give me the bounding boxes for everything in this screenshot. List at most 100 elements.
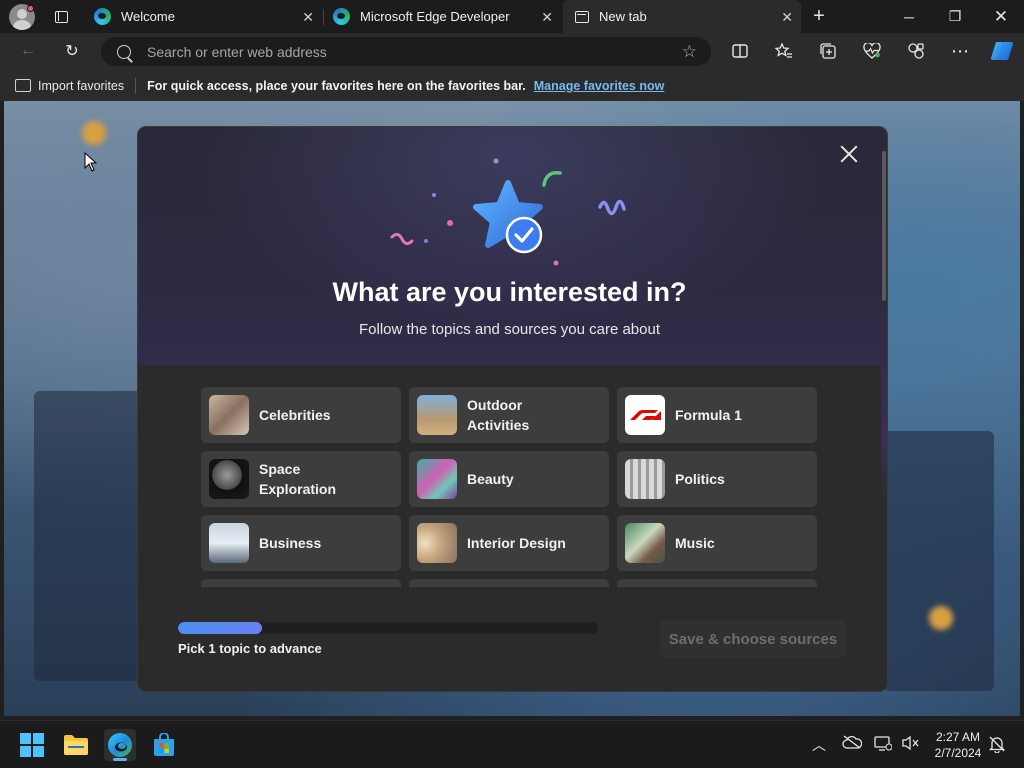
refresh-button[interactable]: ↻: [60, 39, 84, 63]
network-icon[interactable]: [874, 735, 893, 754]
microsoft-store-button[interactable]: [148, 729, 180, 761]
start-button[interactable]: [16, 729, 48, 761]
blurred-decoration: [82, 121, 106, 145]
topic-partial[interactable]: [617, 579, 817, 587]
topic-music[interactable]: Music: [617, 515, 817, 571]
tab-new-tab[interactable]: New tab ✕: [563, 0, 801, 33]
topic-business[interactable]: Business: [201, 515, 401, 571]
tab-strip: Welcome ✕ Microsoft Edge Developer ✕ New…: [0, 0, 1024, 33]
add-favorite-star-icon[interactable]: ☆: [682, 42, 697, 62]
split-screen-icon: [732, 44, 748, 58]
topic-label: Beauty: [467, 471, 514, 487]
notifications-bell-icon[interactable]: [988, 735, 1006, 756]
mouse-cursor-icon: [84, 152, 98, 172]
collections-button[interactable]: [816, 39, 840, 63]
edge-favicon-icon: [333, 8, 350, 25]
tab-actions-menu-icon[interactable]: [51, 7, 71, 27]
volume-muted-icon[interactable]: [901, 735, 919, 754]
heart-pulse-icon: [863, 43, 881, 59]
close-tab-icon[interactable]: ✕: [781, 9, 793, 26]
onedrive-offline-icon[interactable]: [842, 735, 863, 752]
topic-celebrities[interactable]: Celebrities: [201, 387, 401, 443]
close-tab-icon[interactable]: ✕: [541, 9, 553, 26]
topic-formula-1[interactable]: Formula 1: [617, 387, 817, 443]
confetti-decoration: [390, 158, 626, 266]
save-choose-sources-button[interactable]: Save & choose sources: [660, 620, 846, 658]
windows-logo-icon: [20, 733, 44, 757]
folder-icon: [64, 735, 88, 755]
topic-label: Celebrities: [259, 407, 331, 423]
tab-welcome[interactable]: Welcome ✕: [84, 0, 322, 33]
windows-taskbar: ︿ 2:27 AM 2/7/2024: [0, 720, 1024, 768]
copilot-button[interactable]: [990, 39, 1014, 63]
split-screen-button[interactable]: [728, 39, 752, 63]
active-app-indicator: [113, 758, 127, 761]
edge-favicon-icon: [94, 8, 111, 25]
dialog-scrollbar[interactable]: [882, 151, 886, 301]
copilot-icon: [991, 42, 1013, 60]
favorites-divider: [135, 77, 137, 94]
dialog-footer: Pick 1 topic to advance Save & choose so…: [138, 587, 881, 691]
close-window-button[interactable]: ✕: [978, 0, 1024, 33]
topic-progress-bar: [178, 622, 598, 634]
edge-taskbar-button[interactable]: [104, 729, 136, 761]
topics-grid: Celebrities Outdoor Activities Formula 1…: [138, 365, 881, 587]
topic-outdoor-activities[interactable]: Outdoor Activities: [409, 387, 609, 443]
dialog-subtitle: Follow the topics and sources you care a…: [358, 321, 660, 338]
space-exploration-thumbnail: [209, 459, 249, 499]
search-icon: [117, 44, 131, 59]
show-hidden-icons-chevron-icon[interactable]: ︿: [812, 735, 826, 755]
new-tab-page-icon: [575, 10, 589, 23]
file-explorer-button[interactable]: [60, 729, 92, 761]
topic-interior-design[interactable]: Interior Design: [409, 515, 609, 571]
extensions-icon: [908, 43, 924, 59]
favorites-button[interactable]: [772, 39, 796, 63]
close-dialog-icon[interactable]: [837, 142, 861, 166]
tab-title: Welcome: [121, 9, 175, 24]
new-tab-button[interactable]: +: [808, 6, 830, 28]
browser-toolbar: ← ↻ ☆ ⋯: [0, 33, 1024, 70]
topic-label: Formula 1: [675, 407, 742, 423]
favorites-bar-message: For quick access, place your favorites h…: [147, 78, 526, 93]
extensions-button[interactable]: [904, 39, 928, 63]
address-bar[interactable]: ☆: [101, 37, 711, 66]
favorites-bar: Import favorites For quick access, place…: [0, 70, 1024, 101]
topic-label: Politics: [675, 471, 725, 487]
topic-label: Business: [259, 535, 322, 551]
import-favorites-icon: [15, 79, 31, 92]
import-favorites-button[interactable]: Import favorites: [38, 79, 124, 93]
topic-label: Outdoor Activities: [467, 397, 530, 433]
tab-edge-developer[interactable]: Microsoft Edge Developer ✕: [323, 0, 561, 33]
celebrities-thumbnail: [209, 395, 249, 435]
system-clock[interactable]: 2:27 AM 2/7/2024: [930, 729, 986, 761]
address-input[interactable]: [147, 43, 682, 60]
topic-beauty[interactable]: Beauty: [409, 451, 609, 507]
blurred-card: [34, 391, 144, 681]
edge-icon: [108, 733, 132, 757]
interests-dialog: What are you interested in? Follow the t…: [138, 127, 887, 691]
back-button[interactable]: ←: [16, 39, 40, 63]
restore-button[interactable]: ❐: [932, 0, 978, 33]
topic-partial[interactable]: [409, 579, 609, 587]
dialog-title: What are you interested in?: [332, 277, 687, 307]
topic-politics[interactable]: Politics: [617, 451, 817, 507]
topic-partial[interactable]: [201, 579, 401, 587]
blurred-decoration: [929, 606, 953, 630]
interior-design-thumbnail: [417, 523, 457, 563]
topic-label: Interior Design: [467, 535, 566, 551]
clock-date: 2/7/2024: [934, 746, 982, 760]
topic-space-exploration[interactable]: Space Exploration: [201, 451, 401, 507]
politics-thumbnail: [625, 459, 665, 499]
close-tab-icon[interactable]: ✕: [302, 9, 314, 26]
business-thumbnail: [209, 523, 249, 563]
beauty-thumbnail: [417, 459, 457, 499]
topic-label: Music: [675, 535, 715, 551]
progress-fill: [178, 622, 262, 634]
minimize-button[interactable]: ─: [886, 0, 932, 33]
manage-favorites-link[interactable]: Manage favorites now: [534, 79, 665, 93]
notification-dot: [27, 5, 34, 12]
browser-essentials-button[interactable]: [860, 39, 884, 63]
topic-label: Space Exploration: [259, 461, 337, 497]
settings-more-button[interactable]: ⋯: [948, 39, 972, 63]
blurred-card: [884, 431, 994, 691]
